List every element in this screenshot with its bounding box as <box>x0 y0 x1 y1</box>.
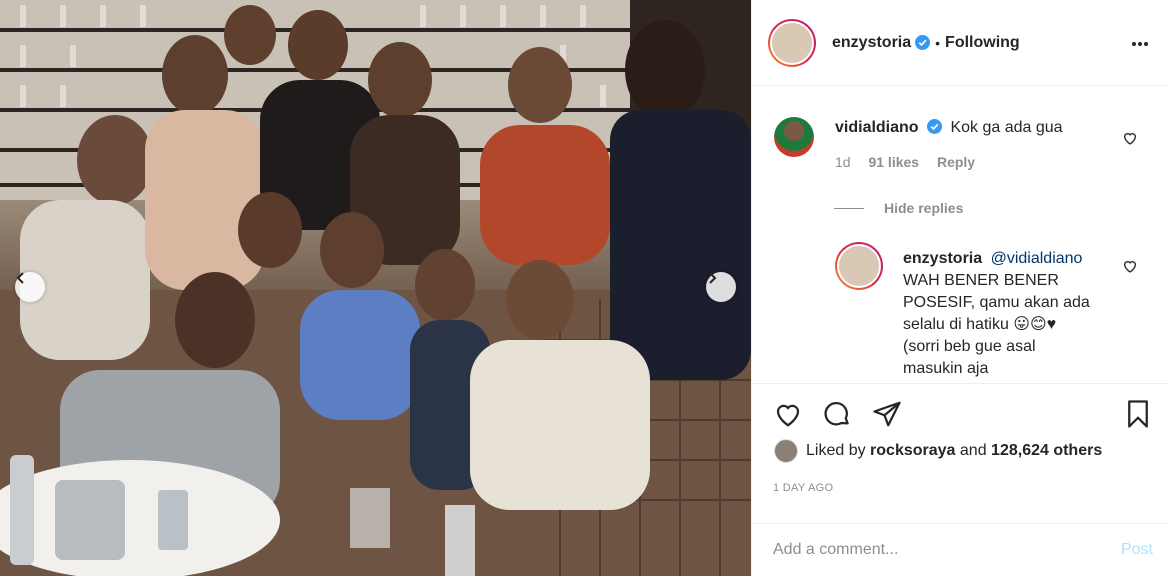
more-icon[interactable] <box>1130 34 1150 54</box>
likes-prefix: Liked by <box>806 442 866 459</box>
comment-likes[interactable]: 91 likes <box>868 154 919 170</box>
hide-replies-label: Hide replies <box>884 200 964 216</box>
next-photo-button[interactable] <box>706 272 736 302</box>
post-side-panel: enzystoria • Following vidialdiano Kok g… <box>751 0 1168 576</box>
comment-age[interactable]: 1d <box>835 154 851 170</box>
add-comment-bar: Post <box>752 523 1168 576</box>
post-header: enzystoria • Following <box>752 0 1168 86</box>
likes-and: and <box>959 442 987 459</box>
post-timestamp[interactable]: 1 DAY AGO <box>773 482 833 494</box>
previous-photo-button[interactable] <box>15 272 45 302</box>
liker-username[interactable]: rocksoraya <box>870 442 955 460</box>
hide-replies-button[interactable]: Hide replies <box>834 200 963 216</box>
chevron-right-icon <box>709 272 717 284</box>
post-comment-button[interactable]: Post <box>1121 541 1153 559</box>
share-icon[interactable] <box>872 399 902 429</box>
chevron-left-icon <box>16 272 24 284</box>
author-avatar[interactable] <box>768 18 816 67</box>
reply-avatar[interactable] <box>835 242 883 290</box>
reply-mention[interactable]: @vidialdiano <box>991 250 1083 267</box>
liker-avatar[interactable] <box>774 439 798 463</box>
author-username[interactable]: enzystoria <box>832 34 911 52</box>
reply-line: (sorri beb gue asal <box>903 338 1036 355</box>
reply-line: WAH BENER BENER <box>903 272 1059 289</box>
like-heart-icon[interactable] <box>773 399 803 429</box>
group-photo-illustration <box>0 0 751 576</box>
verified-icon <box>927 119 943 134</box>
comment-username[interactable]: vidialdiano <box>835 119 919 136</box>
reply-line: POSESIF, qamu akan ada <box>903 294 1090 311</box>
heart-icon[interactable] <box>1122 130 1138 146</box>
reply-username[interactable]: enzystoria <box>903 250 982 267</box>
heart-icon[interactable] <box>1122 258 1138 274</box>
likes-others[interactable]: 128,624 others <box>991 442 1102 460</box>
likes-summary: Liked by rocksoraya and 128,624 others <box>774 439 1102 463</box>
comment-input[interactable] <box>773 541 1121 559</box>
comments-list: vidialdiano Kok ga ada gua 1d 91 likes R… <box>752 87 1168 383</box>
comment-text: Kok ga ada gua <box>950 119 1063 136</box>
commenter-avatar[interactable] <box>774 117 814 157</box>
comment-icon[interactable] <box>822 399 852 429</box>
reply-line: masukin aja <box>903 360 989 377</box>
post-photo[interactable] <box>0 0 751 576</box>
reply-line: selalu di hatiku 😛😊♥ <box>903 316 1057 333</box>
separator-dot: • <box>935 34 941 51</box>
following-button[interactable]: Following <box>945 34 1020 52</box>
post-actions: Liked by rocksoraya and 128,624 others 1… <box>752 383 1168 523</box>
verified-icon <box>915 35 931 50</box>
bookmark-icon[interactable] <box>1123 399 1153 429</box>
reply-button[interactable]: Reply <box>937 154 975 170</box>
